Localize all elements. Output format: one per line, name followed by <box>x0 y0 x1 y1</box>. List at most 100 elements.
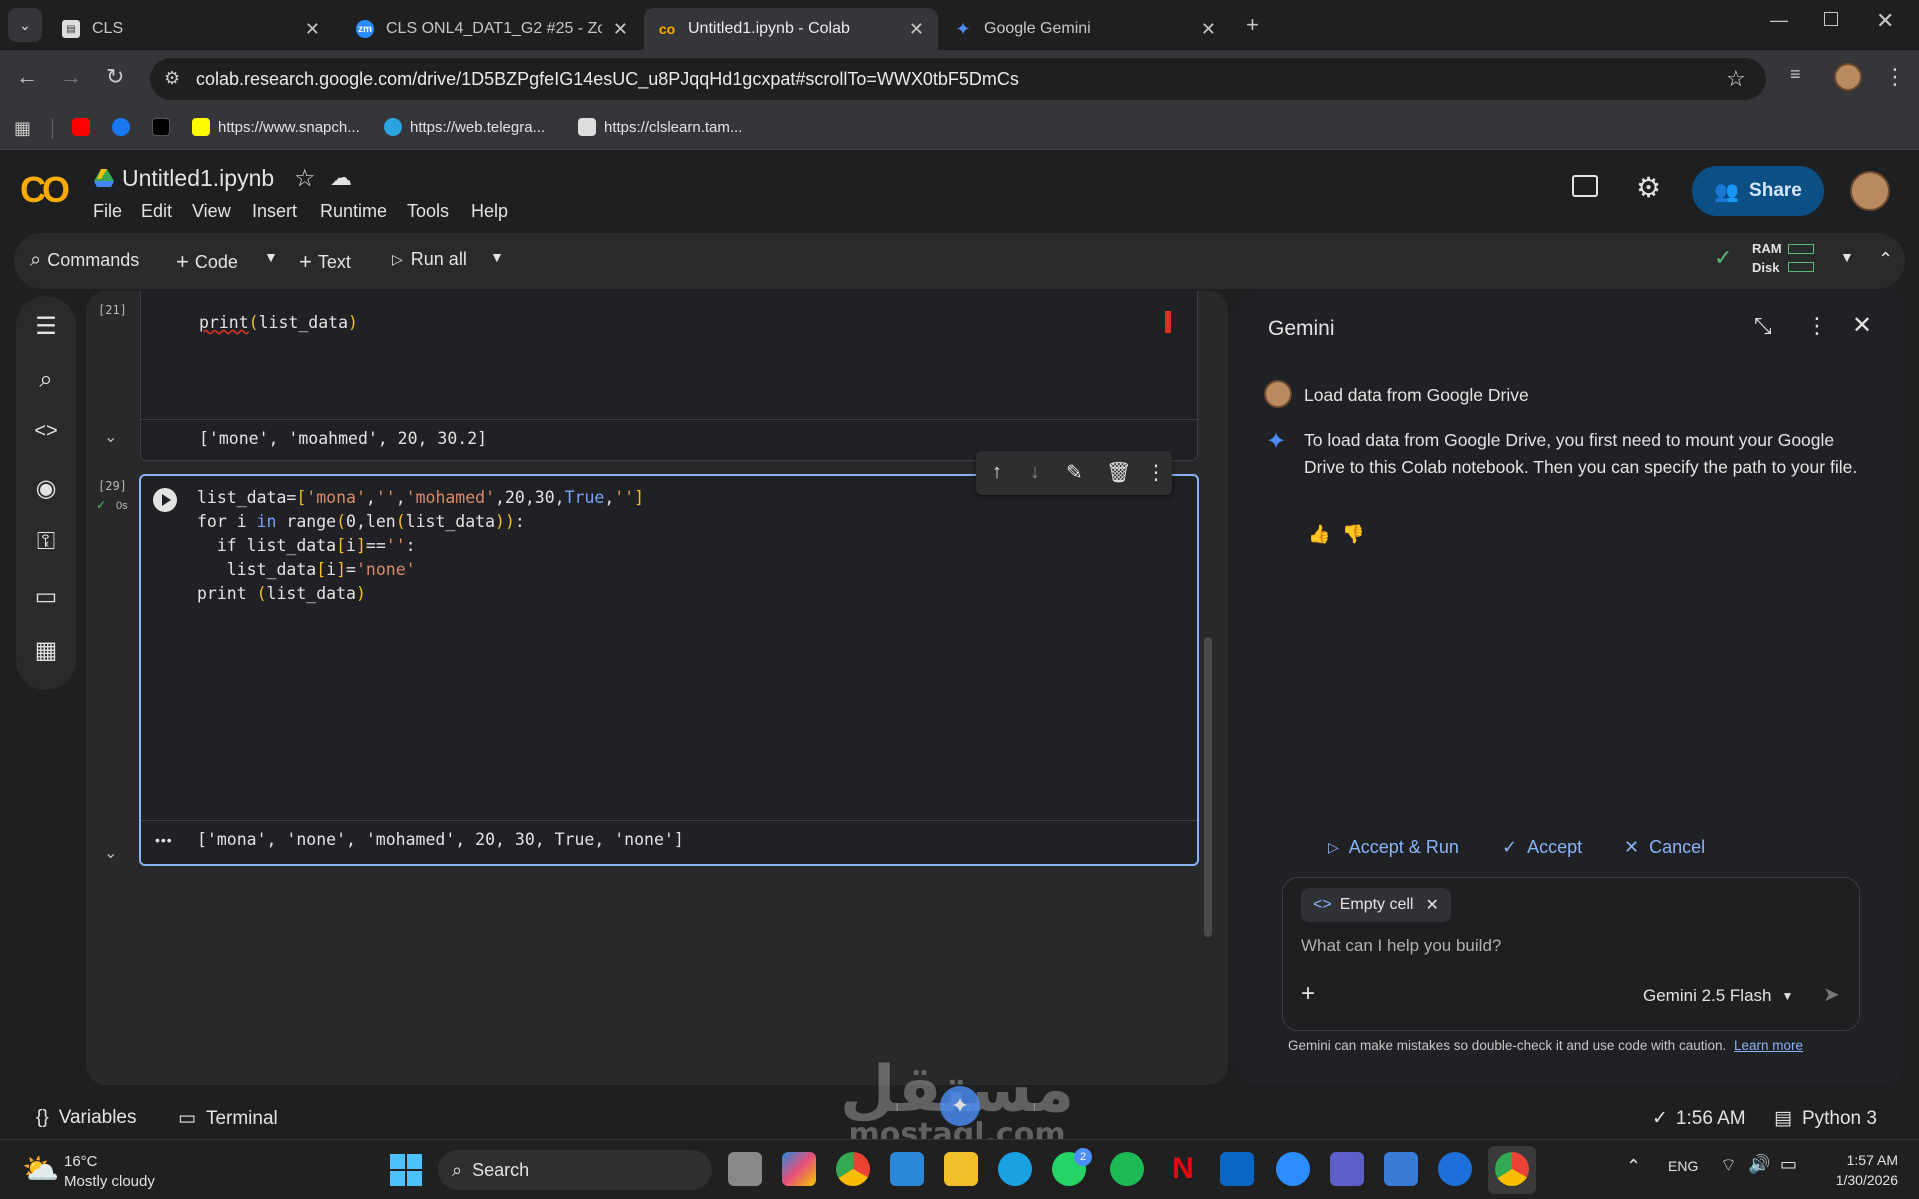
prompt-input[interactable]: What can I help you build? <box>1301 936 1841 956</box>
delete-icon[interactable]: 🗑 <box>1106 460 1131 485</box>
chrome-profile-icon[interactable] <box>1495 1152 1529 1186</box>
context-chip[interactable]: <> Empty cell ✕ <box>1301 888 1451 922</box>
tab-zoom[interactable]: zm CLS ONL4_DAT1_G2 #25 - Zoom ✕ <box>342 8 642 50</box>
comments-icon[interactable] <box>1572 175 1598 197</box>
table-of-contents-icon[interactable]: ☰ <box>30 312 62 344</box>
cancel-button[interactable]: ✕ Cancel <box>1624 837 1705 858</box>
add-attachment-icon[interactable]: + <box>1301 980 1315 1008</box>
thumbs-down-icon[interactable]: 👎 <box>1342 524 1364 545</box>
edge-icon[interactable] <box>998 1152 1032 1186</box>
system-clock[interactable]: 1:57 AM 1/30/2026 <box>1818 1150 1898 1190</box>
chrome-menu-icon[interactable]: ⋮ <box>1884 64 1906 90</box>
menu-file[interactable]: File <box>93 201 122 222</box>
run-cell-button[interactable] <box>153 488 177 512</box>
window-close-icon[interactable]: ✕ <box>1876 8 1894 34</box>
windows-start-icon[interactable] <box>390 1154 422 1186</box>
media-control-icon[interactable]: ≡ <box>1790 64 1801 85</box>
execution-status[interactable]: ✓ 1:56 AM <box>1652 1107 1746 1130</box>
accept-button[interactable]: ✓ Accept <box>1502 837 1582 858</box>
files-folder-icon[interactable]: ▭ <box>30 582 62 614</box>
cell-code[interactable]: list_data=['mona','','mohamed',20,30,Tru… <box>197 486 644 606</box>
language-indicator[interactable]: ENG <box>1668 1158 1698 1174</box>
secrets-key-icon[interactable]: ⚿ <box>30 528 62 560</box>
menu-tools[interactable]: Tools <box>407 201 449 222</box>
thumbs-up-icon[interactable]: 👍 <box>1308 524 1330 545</box>
move-down-icon[interactable]: ↓ <box>1030 461 1040 484</box>
commands-button[interactable]: ⌕ Commands <box>30 249 139 272</box>
back-icon[interactable]: ← <box>16 64 38 90</box>
volume-icon[interactable]: 🔊 <box>1748 1154 1770 1175</box>
task-view-icon[interactable] <box>728 1152 762 1186</box>
new-tab-icon[interactable]: + <box>1246 12 1259 38</box>
menu-help[interactable]: Help <box>471 201 508 222</box>
teams-icon[interactable] <box>1330 1152 1364 1186</box>
linkedin-icon[interactable] <box>1220 1152 1254 1186</box>
move-up-icon[interactable]: ↑ <box>992 461 1002 484</box>
site-info-icon[interactable]: ⚙ <box>164 68 180 89</box>
code-snippets-icon[interactable]: <> <box>30 420 62 452</box>
more-options-icon[interactable]: ⋮ <box>1146 460 1166 485</box>
variables-inspector-icon[interactable]: ◉ <box>30 474 62 506</box>
settings-gear-icon[interactable]: ⚙ <box>1636 171 1661 204</box>
forward-icon[interactable]: → <box>60 64 82 90</box>
user-avatar[interactable] <box>1850 171 1890 211</box>
colab-logo[interactable]: CO <box>20 169 70 211</box>
collapse-header-icon[interactable]: ⌃ <box>1878 249 1893 270</box>
chrome-icon[interactable] <box>836 1152 870 1186</box>
close-icon[interactable]: ✕ <box>909 19 924 40</box>
vpn-icon[interactable] <box>1438 1152 1472 1186</box>
profile-avatar[interactable] <box>1834 63 1862 91</box>
output-actions-icon[interactable]: ••• <box>155 832 173 848</box>
code-dropdown-icon[interactable]: ▼ <box>264 249 278 265</box>
data-table-icon[interactable]: ▦ <box>30 636 62 668</box>
collapse-output-icon[interactable]: ⌄ <box>104 843 117 863</box>
clslearn-bookmark[interactable]: https://clslearn.tam... <box>578 118 742 136</box>
telegram-bookmark[interactable]: https://web.telegra... <box>384 118 545 136</box>
add-code-button[interactable]: + Code <box>176 249 238 275</box>
menu-runtime[interactable]: Runtime <box>320 201 387 222</box>
find-replace-icon[interactable]: ⌕ <box>30 366 62 398</box>
reload-icon[interactable]: ↻ <box>106 64 124 90</box>
tab-cls[interactable]: ▤ CLS ✕ <box>48 8 334 50</box>
address-bar[interactable]: ⚙ colab.research.google.com/drive/1D5BZP… <box>150 58 1766 100</box>
weather-widget[interactable]: 16°C Mostly cloudy <box>64 1152 155 1192</box>
taskbar-search[interactable]: ⌕ Search <box>438 1150 712 1190</box>
collapse-panel-icon[interactable]: ⤡ <box>1754 313 1772 339</box>
tab-colab[interactable]: co Untitled1.ipynb - Colab ✕ <box>644 8 938 50</box>
minimize-icon[interactable]: — <box>1770 10 1788 31</box>
collapse-output-icon[interactable]: ⌄ <box>104 427 117 447</box>
apps-grid-icon[interactable]: ▦ <box>14 118 31 139</box>
menu-edit[interactable]: Edit <box>141 201 172 222</box>
azure-data-studio-icon[interactable] <box>1384 1152 1418 1186</box>
share-button[interactable]: 👥 Share <box>1692 166 1824 216</box>
microsoft-store-icon[interactable] <box>890 1152 924 1186</box>
show-hidden-icons[interactable]: ⌃ <box>1626 1156 1641 1177</box>
run-all-dropdown-icon[interactable]: ▼ <box>490 249 504 265</box>
close-icon[interactable]: ✕ <box>1201 19 1216 40</box>
notebook-scrollbar[interactable] <box>1204 637 1212 937</box>
youtube-bookmark[interactable] <box>72 118 98 136</box>
wifi-icon[interactable]: ⌔ <box>1720 1154 1737 1177</box>
menu-view[interactable]: View <box>192 201 231 222</box>
run-all-button[interactable]: ▷ Run all <box>392 249 467 270</box>
menu-insert[interactable]: Insert <box>252 201 297 222</box>
gemini-float-icon[interactable]: ✦ <box>940 1086 980 1126</box>
spotify-icon[interactable] <box>1110 1152 1144 1186</box>
add-text-button[interactable]: + Text <box>299 249 351 275</box>
model-selector[interactable]: Gemini 2.5 Flash ▼ <box>1643 986 1793 1006</box>
bookmark-star-icon[interactable]: ☆ <box>1726 66 1746 92</box>
code-cell[interactable]: print(list_data) ['mone', 'moahmed', 20,… <box>140 291 1199 461</box>
remove-chip-icon[interactable]: ✕ <box>1425 895 1438 915</box>
battery-icon[interactable]: ▭ <box>1780 1154 1797 1175</box>
send-icon[interactable]: ➤ <box>1823 982 1840 1007</box>
runtime-dropdown-icon[interactable]: ▼ <box>1840 249 1854 265</box>
netflix-icon[interactable]: N <box>1166 1152 1200 1186</box>
zoom-icon[interactable] <box>1276 1152 1310 1186</box>
accept-run-button[interactable]: ▷ Accept & Run <box>1328 837 1459 858</box>
learn-more-link[interactable]: Learn more <box>1734 1038 1803 1053</box>
variables-button[interactable]: {} Variables <box>36 1107 137 1129</box>
close-panel-icon[interactable]: ✕ <box>1852 311 1872 340</box>
snapchat-bookmark[interactable]: https://www.snapch... <box>192 118 360 136</box>
runtime-status[interactable]: ▤ Python 3 <box>1774 1107 1877 1130</box>
file-explorer-icon[interactable] <box>944 1152 978 1186</box>
